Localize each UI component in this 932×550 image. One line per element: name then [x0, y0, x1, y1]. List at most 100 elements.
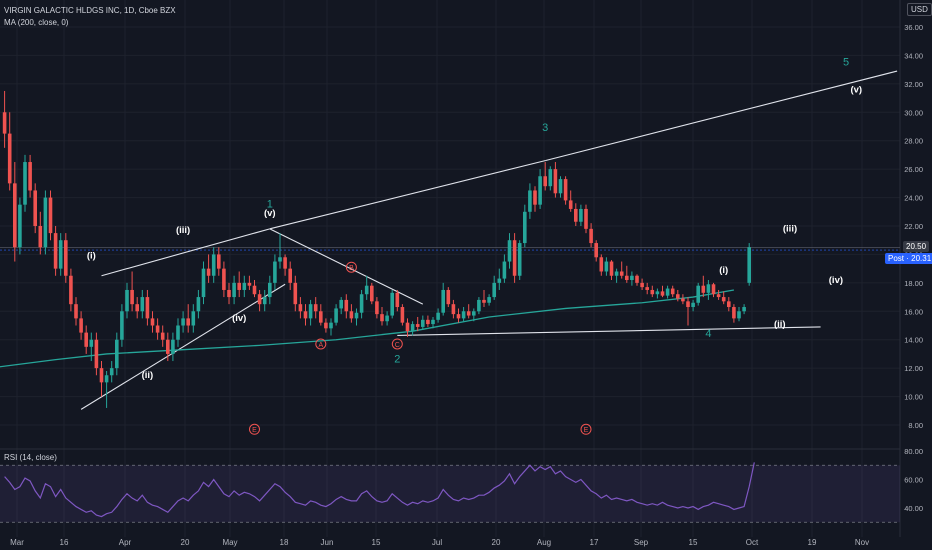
rsi-tick-label: 60.00: [904, 476, 923, 485]
candle-body: [339, 299, 343, 309]
wave-label-circled: B: [349, 265, 354, 272]
candle-body: [676, 294, 680, 299]
currency-button[interactable]: USD: [907, 3, 932, 16]
rsi-tick-label: 80.00: [904, 447, 923, 456]
time-tick-label: Jun: [321, 538, 334, 547]
candle-body: [232, 282, 236, 298]
candle-body: [742, 307, 746, 312]
candle-body: [553, 169, 558, 194]
candle-body: [446, 289, 451, 305]
candle-body: [594, 243, 598, 258]
candle-body: [696, 285, 700, 303]
candle-body: [563, 179, 568, 201]
post-market-badge: Post · 20.31: [885, 253, 932, 264]
candle-body: [426, 319, 430, 325]
candle-body: [574, 208, 578, 222]
candle-body: [171, 339, 175, 354]
candle-body: [38, 226, 43, 248]
candle-body: [273, 261, 277, 283]
candle-body: [329, 322, 333, 329]
candle-body: [579, 208, 583, 222]
candle-body: [206, 268, 211, 276]
time-tick-label: 15: [689, 538, 698, 547]
candle-body: [492, 282, 496, 298]
candle-body: [370, 285, 374, 302]
candle-body: [543, 176, 547, 187]
candle-body: [456, 314, 461, 319]
wave-label-circled: C: [395, 342, 400, 349]
wave-label-white: (iv): [829, 275, 843, 286]
price-tick-label: 14.00: [904, 336, 923, 345]
candle-body: [599, 257, 604, 272]
time-tick-label: Apr: [119, 538, 132, 547]
ma-indicator-label: MA (200, close, 0): [4, 18, 69, 27]
candle-body: [334, 308, 338, 323]
candle-body: [227, 289, 231, 298]
candle-body: [558, 179, 563, 194]
candle-body: [640, 282, 644, 288]
candle-body: [217, 254, 221, 269]
candle-body: [278, 257, 282, 262]
candle-body: [625, 275, 629, 281]
price-tick-label: 30.00: [904, 108, 923, 117]
candle-body: [262, 297, 267, 305]
candle-body: [421, 319, 425, 327]
candle-body: [28, 162, 32, 191]
wave-label-white: (ii): [774, 319, 786, 330]
candle-body: [670, 288, 675, 295]
candle-body: [125, 289, 129, 312]
price-tick-label: 32.00: [904, 80, 923, 89]
candle-body: [548, 169, 553, 187]
candle-body: [431, 319, 435, 325]
candle-body: [130, 289, 134, 305]
candle-body: [400, 307, 405, 323]
candle-body: [191, 311, 196, 326]
candle-body: [298, 304, 303, 312]
wave-label-cyan: 2: [394, 353, 400, 365]
candle-body: [655, 291, 660, 295]
price-chart[interactable]: 36.0034.0032.0030.0028.0026.0024.0022.00…: [0, 0, 932, 550]
candle-body: [385, 315, 389, 322]
candle-body: [711, 284, 716, 295]
candle-body: [502, 261, 507, 279]
candle-body: [706, 284, 711, 293]
candle-body: [472, 311, 476, 316]
candle-body: [94, 339, 99, 369]
wave-label-cyan: 3: [542, 122, 548, 134]
candle-body: [222, 268, 226, 290]
candle-body: [349, 311, 354, 319]
time-tick-label: May: [222, 538, 237, 547]
candle-body: [359, 294, 364, 313]
candle-body: [686, 301, 690, 308]
candle-body: [242, 282, 247, 290]
time-tick-label: Sep: [634, 538, 649, 547]
wave-label-white: (ii): [142, 370, 154, 381]
wave-label-white: (iii): [176, 225, 190, 236]
candle-body: [109, 368, 114, 376]
candle-body: [43, 197, 48, 248]
symbol-title: VIRGIN GALACTIC HLDGS INC, 1D, Cboe BZX: [4, 6, 176, 15]
candle-body: [84, 332, 88, 347]
time-tick-label: Mar: [10, 538, 24, 547]
candle-body: [176, 325, 180, 340]
candle-body: [115, 339, 119, 369]
candle-body: [293, 282, 298, 305]
candle-body: [415, 324, 420, 327]
candle-body: [375, 301, 379, 315]
candle-body: [451, 304, 456, 315]
wave-label-circled: E: [252, 427, 257, 434]
candle-body: [390, 292, 394, 316]
candle-body: [410, 324, 415, 332]
candle-body: [380, 314, 384, 322]
price-tick-label: 34.00: [904, 51, 923, 60]
candle-body: [74, 304, 78, 319]
candle-body: [619, 271, 624, 276]
time-tick-label: Oct: [746, 538, 759, 547]
candle-body: [155, 325, 160, 333]
candle-body: [630, 275, 634, 281]
time-tick-label: 19: [808, 538, 817, 547]
candle-body: [737, 311, 741, 319]
candle-body: [533, 190, 537, 205]
candle-body: [64, 240, 68, 276]
candle-body: [319, 311, 323, 323]
